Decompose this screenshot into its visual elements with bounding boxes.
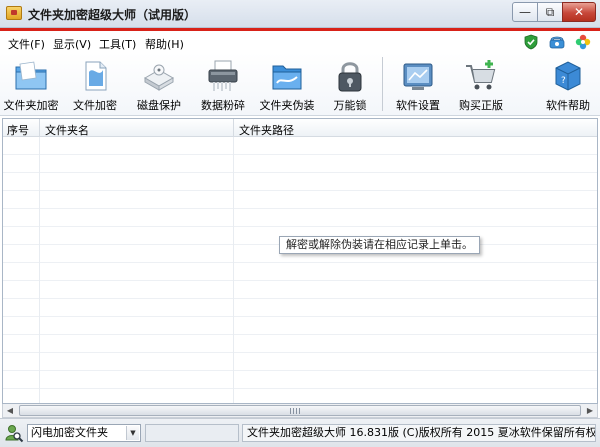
file-encrypt-button[interactable]: 文件加密 (66, 53, 124, 116)
hint-tooltip: 解密或解除伪装请在相应记录上单击。 (279, 236, 480, 254)
settings-icon (403, 63, 433, 90)
horizontal-scrollbar[interactable]: ◀ ▶ (2, 404, 598, 418)
chevron-down-icon[interactable]: ▼ (126, 426, 139, 440)
column-divider[interactable] (233, 119, 234, 137)
menu-file[interactable]: 文件(F) (8, 36, 45, 52)
app-icon (6, 6, 22, 20)
minimize-button[interactable]: — (512, 2, 538, 22)
disk-protect-label: 磁盘保护 (137, 99, 181, 112)
software-settings-label: 软件设置 (396, 99, 440, 112)
menu-tools[interactable]: 工具(T) (99, 36, 136, 52)
column-header-folder-name[interactable]: 文件夹名 (45, 122, 89, 138)
universal-lock-label: 万能锁 (333, 99, 367, 112)
toolbar: 文件夹加密 文件加密 磁盘保护 数据粉碎 文件夹伪装 万能锁 软件设置 购买正版… (0, 53, 600, 116)
maximize-button[interactable]: ⧉ (537, 2, 563, 22)
encrypt-mode-select[interactable]: 闪电加密文件夹 ▼ (27, 424, 141, 442)
column-header-index[interactable]: 序号 (7, 122, 29, 138)
menu-view[interactable]: 显示(V) (53, 36, 91, 52)
column-gridline (233, 137, 234, 403)
window-title: 文件夹加密超级大师（试用版） (28, 8, 197, 22)
folder-list[interactable]: 序号 文件夹名 文件夹路径 解密或解除伪装请在相应记录上单击。 (2, 118, 598, 404)
folder-disguise-icon (272, 65, 302, 90)
shield-check-icon[interactable] (523, 34, 539, 50)
folder-encrypt-button[interactable]: 文件夹加密 (2, 53, 60, 116)
menu-help[interactable]: 帮助(H) (145, 36, 184, 52)
scrollbar-thumb[interactable] (19, 405, 581, 416)
svg-text:?: ? (561, 76, 566, 86)
software-settings-button[interactable]: 软件设置 (388, 53, 448, 116)
help-icon: ? (555, 61, 581, 91)
list-header: 序号 文件夹名 文件夹路径 (3, 119, 597, 137)
disk-protect-button[interactable]: 磁盘保护 (130, 53, 188, 116)
scroll-right-arrow-icon[interactable]: ▶ (583, 404, 597, 417)
status-panel (145, 424, 239, 442)
buy-license-button[interactable]: 购买正版 (452, 53, 510, 116)
toolbar-separator (382, 57, 383, 111)
folder-disguise-label: 文件夹伪装 (259, 99, 315, 112)
flower-icon[interactable] (575, 34, 591, 50)
status-bar: 闪电加密文件夹 ▼ 文件夹加密超级大师 16.831版 (C)版权所有 2015… (0, 418, 600, 447)
folder-lock-icon (15, 61, 47, 90)
buy-license-label: 购买正版 (459, 99, 503, 112)
disk-protect-icon (143, 64, 175, 91)
phone-icon[interactable] (549, 34, 565, 50)
search-user-icon[interactable] (4, 423, 24, 443)
scrollbar-grip (290, 408, 300, 414)
list-rows (3, 137, 597, 403)
copyright-info: 文件夹加密超级大师 16.831版 (C)版权所有 2015 夏冰软件保留所有权… (242, 424, 596, 442)
shopping-cart-icon (466, 60, 496, 90)
folder-encrypt-label: 文件夹加密 (3, 99, 59, 112)
universal-lock-button[interactable]: 万能锁 (322, 53, 378, 116)
title-bar: 文件夹加密超级大师（试用版） — ⧉ ✕ (0, 0, 600, 28)
encrypt-mode-value: 闪电加密文件夹 (31, 426, 108, 439)
software-help-button[interactable]: ? 软件帮助 (538, 53, 598, 116)
column-divider[interactable] (39, 119, 40, 137)
menu-bar: 文件(F) 显示(V) 工具(T) 帮助(H) (0, 31, 600, 53)
shredder-icon (208, 60, 238, 91)
file-encrypt-label: 文件加密 (73, 99, 117, 112)
software-help-label: 软件帮助 (546, 99, 590, 112)
data-shred-button[interactable]: 数据粉碎 (194, 53, 252, 116)
file-lock-icon (85, 61, 107, 91)
column-gridline (39, 137, 40, 403)
padlock-icon (338, 62, 362, 92)
scroll-left-arrow-icon[interactable]: ◀ (3, 404, 17, 417)
folder-disguise-button[interactable]: 文件夹伪装 (258, 53, 316, 116)
column-header-folder-path[interactable]: 文件夹路径 (239, 122, 294, 138)
data-shred-label: 数据粉碎 (201, 99, 245, 112)
close-button[interactable]: ✕ (562, 2, 596, 22)
